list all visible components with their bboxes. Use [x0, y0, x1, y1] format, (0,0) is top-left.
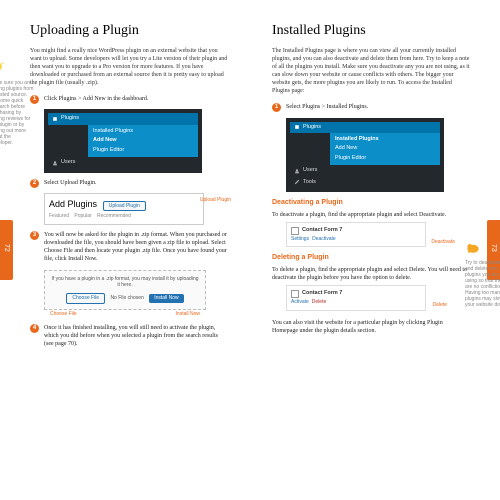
submenu: Installed Plugins Add New Plugin Editor	[330, 133, 440, 165]
upload-zone: If you have a plugin in a .zip format, y…	[44, 270, 206, 310]
step-badge: 1	[30, 95, 39, 104]
pointer-deactivate: Deactivate	[431, 239, 455, 246]
page-right: Try to deactivate and delete any plugins…	[250, 0, 500, 500]
elephant-icon	[465, 240, 481, 256]
page-title: Uploading a Plugin	[30, 22, 228, 41]
step-badge: 1	[272, 103, 281, 112]
wp-admin-menu: Plugins Installed Plugins Add New Plugin…	[286, 118, 444, 193]
tab-popular[interactable]: Popular	[74, 213, 91, 219]
submenu-addnew[interactable]: Add New	[335, 144, 435, 153]
plugin-name: Contact Form 7	[291, 227, 421, 235]
step-text: Click Plugins > Add New in the dashboard…	[44, 96, 148, 102]
menu-tools[interactable]: Tools	[290, 177, 440, 188]
submenu-editor[interactable]: Plugin Editor	[335, 154, 435, 163]
deactivate-heading: Deactivating a Plugin	[272, 198, 470, 207]
plugin-card-deactivate: Contact Form 7 SettingsDeactivate Deacti…	[286, 222, 426, 248]
step-4: 4 Once it has finished installing, you w…	[30, 324, 228, 348]
plugin-icon	[52, 116, 58, 122]
delete-link[interactable]: Delete	[312, 299, 326, 305]
choose-file-button[interactable]: Choose File	[66, 293, 105, 304]
checkbox[interactable]	[291, 290, 299, 298]
page-left: Make sure you are buying plugins from a …	[0, 0, 250, 500]
pointer-install: Install Now	[176, 311, 200, 318]
step-badge: 2	[30, 179, 39, 188]
footer-text: You can also visit the website for a par…	[272, 319, 470, 335]
step-text: Select Upload Plugin.	[44, 180, 97, 186]
menu-plugins[interactable]: Plugins	[48, 113, 198, 124]
step-1: 1 Click Plugins > Add New in the dashboa…	[30, 95, 228, 103]
step-badge: 4	[30, 324, 39, 333]
intro-text: The Installed Plugins page is where you …	[272, 47, 470, 96]
install-now-button[interactable]: Install Now	[149, 294, 183, 303]
step-text: You will now be asked for the plugin in …	[44, 232, 227, 262]
tip-callout-right: Try to deactivate and delete any plugins…	[465, 240, 500, 308]
intro-text: You might find a really nice WordPress p…	[30, 47, 228, 87]
no-file-text: No File chosen	[110, 295, 143, 301]
pointer-label: Upload Plugin	[200, 197, 231, 204]
lightbulb-icon	[0, 60, 6, 76]
users-icon	[294, 168, 300, 174]
deactivate-link[interactable]: Deactivate	[312, 236, 336, 242]
menu-users[interactable]: Users	[48, 157, 198, 168]
tab-featured[interactable]: Featured	[49, 213, 69, 219]
menu-users[interactable]: Users	[290, 165, 440, 176]
submenu-addnew[interactable]: Add New	[93, 136, 193, 145]
menu-plugins[interactable]: Plugins	[290, 122, 440, 133]
step-text: Once it has finished installing, you wil…	[44, 325, 218, 347]
step-1: 1 Select Plugins > Installed Plugins.	[272, 103, 470, 111]
delete-heading: Deleting a Plugin	[272, 253, 470, 262]
settings-link[interactable]: Settings	[291, 236, 309, 242]
submenu-installed[interactable]: Installed Plugins	[93, 127, 193, 136]
pointer-choose: Choose File	[50, 311, 77, 318]
step-2: 2 Select Upload Plugin.	[30, 179, 228, 187]
upload-plugin-button[interactable]: Upload Plugin	[103, 201, 146, 212]
checkbox[interactable]	[291, 227, 299, 235]
filter-tabs: Featured Popular Recommended	[49, 213, 199, 220]
tip-text: Make sure you are buying plugins from a …	[0, 80, 35, 146]
panel-title: Add Plugins	[49, 198, 97, 210]
users-icon	[52, 160, 58, 166]
activate-link[interactable]: Activate	[291, 299, 309, 305]
submenu-editor[interactable]: Plugin Editor	[93, 146, 193, 155]
tools-icon	[294, 179, 300, 185]
submenu: Installed Plugins Add New Plugin Editor	[88, 125, 198, 157]
step-badge: 3	[30, 231, 39, 240]
add-plugins-panel: Add Plugins Upload Plugin Upload Plugin …	[44, 193, 204, 226]
submenu-installed[interactable]: Installed Plugins	[335, 135, 435, 144]
upload-help: If you have a plugin in a .zip format, y…	[50, 276, 200, 290]
pointer-delete: Delete	[433, 302, 447, 309]
step-text: Select Plugins > Installed Plugins.	[286, 104, 368, 110]
page-title: Installed Plugins	[272, 22, 470, 41]
tab-recommended[interactable]: Recommended	[97, 213, 131, 219]
step-3: 3 You will now be asked for the plugin i…	[30, 231, 228, 263]
tip-text: Try to deactivate and delete any plugins…	[465, 260, 500, 308]
deactivate-text: To deactivate a plugin, find the appropr…	[272, 211, 470, 219]
plugin-name: Contact Form 7	[291, 290, 421, 298]
wp-admin-menu: Plugins Installed Plugins Add New Plugin…	[44, 109, 202, 172]
plugin-icon	[294, 124, 300, 130]
plugin-card-delete: Contact Form 7 ActivateDelete Delete	[286, 285, 426, 311]
delete-text: To delete a plugin, find the appropriate…	[272, 266, 470, 282]
